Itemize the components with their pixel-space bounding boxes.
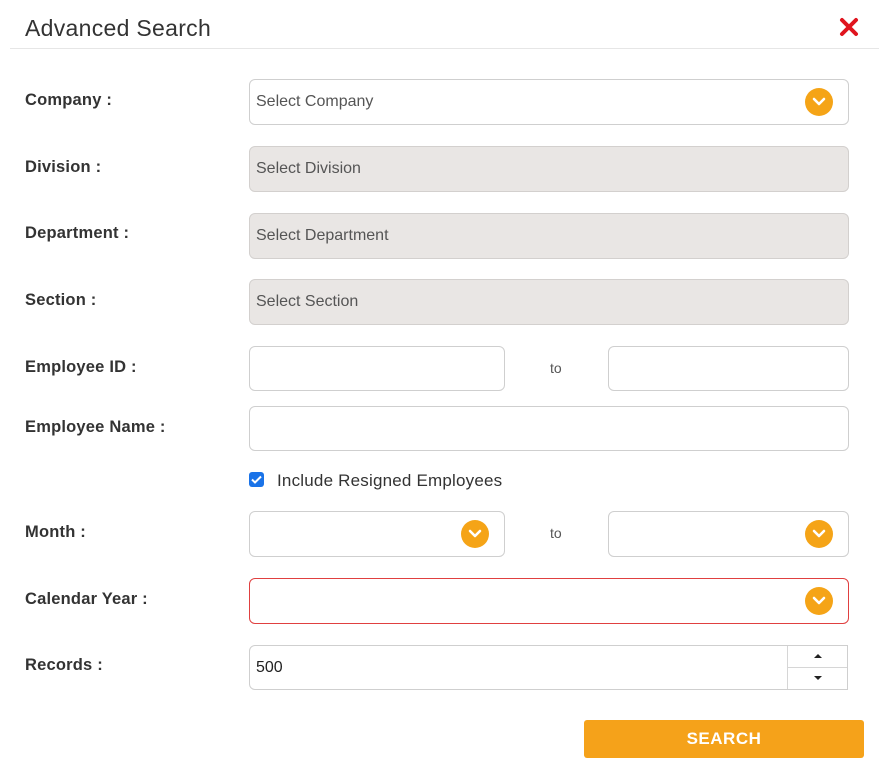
stepper-up-icon[interactable] bbox=[788, 646, 847, 668]
month-to-select[interactable] bbox=[608, 511, 849, 557]
employee-id-to-input[interactable] bbox=[608, 346, 849, 391]
employee-id-from-input[interactable] bbox=[249, 346, 505, 391]
include-resigned-checkbox[interactable] bbox=[249, 472, 264, 487]
records-input[interactable]: 500 bbox=[249, 645, 848, 690]
records-value: 500 bbox=[256, 658, 283, 676]
month-label: Month : bbox=[25, 523, 86, 541]
division-placeholder: Select Division bbox=[256, 160, 361, 177]
division-label: Division : bbox=[25, 158, 102, 176]
department-select[interactable]: Select Department bbox=[249, 213, 849, 259]
include-resigned-label[interactable]: Include Resigned Employees bbox=[277, 471, 502, 491]
search-button[interactable]: SEARCH bbox=[584, 720, 864, 758]
chevron-down-icon[interactable] bbox=[805, 587, 833, 615]
employee-id-range-separator: to bbox=[550, 360, 562, 376]
company-select[interactable]: Select Company bbox=[249, 79, 849, 125]
month-range-separator: to bbox=[550, 525, 562, 541]
section-placeholder: Select Section bbox=[256, 293, 359, 310]
calendar-year-label: Calendar Year : bbox=[25, 590, 148, 608]
stepper-down-icon[interactable] bbox=[788, 668, 847, 690]
chevron-down-icon[interactable] bbox=[461, 520, 489, 548]
employee-name-label: Employee Name : bbox=[25, 418, 166, 436]
department-placeholder: Select Department bbox=[256, 227, 389, 244]
dialog-title: Advanced Search bbox=[25, 15, 212, 41]
division-select[interactable]: Select Division bbox=[249, 146, 849, 192]
dialog-header: Advanced Search bbox=[10, 0, 879, 49]
section-select[interactable]: Select Section bbox=[249, 279, 849, 325]
month-from-select[interactable] bbox=[249, 511, 505, 557]
chevron-down-icon[interactable] bbox=[805, 88, 833, 116]
company-label: Company : bbox=[25, 91, 113, 109]
company-placeholder: Select Company bbox=[256, 93, 374, 110]
records-stepper[interactable] bbox=[787, 646, 847, 689]
records-label: Records : bbox=[25, 656, 103, 674]
calendar-year-select[interactable] bbox=[249, 578, 849, 624]
employee-id-label: Employee ID : bbox=[25, 358, 137, 376]
section-label: Section : bbox=[25, 291, 97, 309]
employee-name-input[interactable] bbox=[249, 406, 849, 451]
chevron-down-icon[interactable] bbox=[805, 520, 833, 548]
close-icon[interactable] bbox=[839, 17, 859, 37]
department-label: Department : bbox=[25, 224, 130, 242]
